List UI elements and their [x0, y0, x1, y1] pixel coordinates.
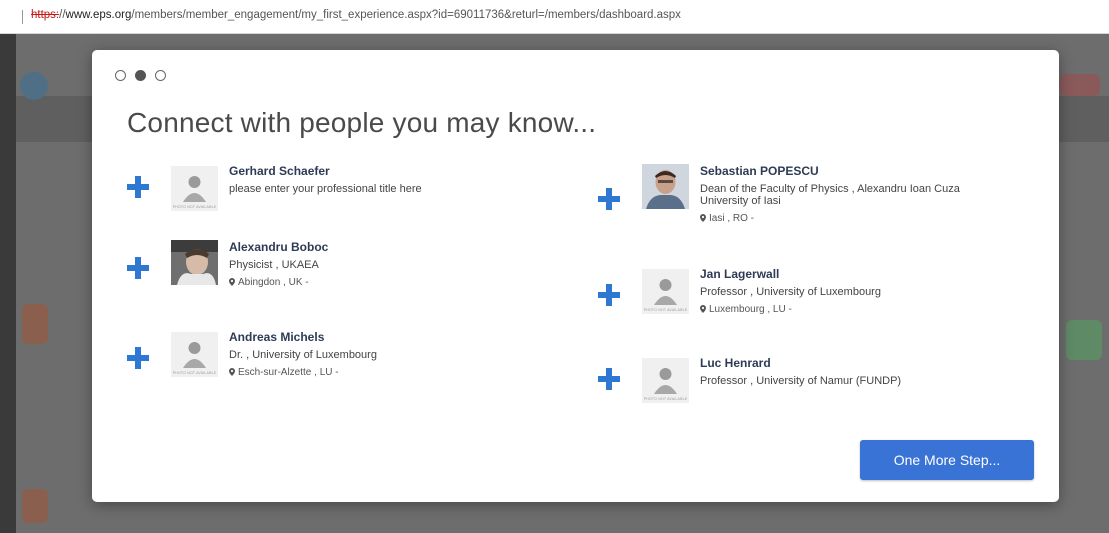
map-pin-icon — [229, 278, 235, 286]
step-dot-3 — [155, 70, 166, 81]
location-text: Abingdon , UK - — [238, 277, 309, 288]
modal-title: Connect with people you may know... — [127, 107, 597, 138]
step-dot-1 — [115, 70, 126, 81]
person-info: Alexandru Boboc Physicist , UKAEA Abingd… — [229, 240, 529, 289]
add-connection-button[interactable] — [596, 366, 622, 392]
person-card: Alexandru Boboc Physicist , UKAEA Abingd… — [125, 240, 545, 310]
address-bar-divider — [22, 10, 23, 24]
person-role: please enter your professional title her… — [229, 183, 422, 195]
photo-unavailable-caption: PHOTO NOT AVAILABLE — [643, 308, 688, 312]
add-connection-button[interactable] — [125, 255, 151, 281]
person-name[interactable]: Sebastian POPESCU — [700, 164, 1000, 179]
add-connection-button[interactable] — [125, 345, 151, 371]
backdrop-logo-shape — [20, 72, 48, 100]
person-location: Luxembourg , LU - — [700, 304, 1000, 316]
person-card: PHOTO NOT AVAILABLE Luc Henrard Professo… — [596, 356, 1016, 426]
person-info: Andreas Michels Dr. , University of Luxe… — [229, 330, 529, 379]
person-card: Sebastian POPESCU Dean of the Faculty of… — [596, 164, 1016, 234]
person-card: PHOTO NOT AVAILABLE Jan Lagerwall Profes… — [596, 267, 1016, 337]
map-pin-icon — [700, 214, 706, 222]
person-name[interactable]: Luc Henrard — [700, 356, 1000, 371]
person-role: Professor , University of Luxembourg — [700, 286, 881, 298]
person-name[interactable]: Jan Lagerwall — [700, 267, 1000, 282]
profile-photo — [642, 164, 689, 209]
location-text: Luxembourg , LU - — [709, 304, 792, 315]
backdrop-orange-shape-2 — [22, 489, 48, 523]
person-role: Dean of the Faculty of Physics , Alexand… — [700, 183, 960, 207]
avatar-placeholder: PHOTO NOT AVAILABLE — [171, 166, 218, 211]
url-scheme-insecure: https: — [31, 9, 60, 21]
one-more-step-button[interactable]: One More Step... — [860, 440, 1034, 480]
backdrop-orange-shape — [22, 304, 48, 344]
url-path: /members/member_engagement/my_first_expe… — [131, 9, 681, 21]
location-text: Iasi , RO - — [709, 213, 755, 224]
backdrop-red-shape — [1060, 74, 1100, 96]
photo-unavailable-caption: PHOTO NOT AVAILABLE — [172, 205, 217, 209]
person-info: Sebastian POPESCU Dean of the Faculty of… — [700, 164, 1000, 225]
person-card: PHOTO NOT AVAILABLE Andreas Michels Dr. … — [125, 330, 545, 400]
person-location: Esch-sur-Alzette , LU - — [229, 367, 529, 379]
photo-unavailable-caption: PHOTO NOT AVAILABLE — [172, 371, 217, 375]
person-role: Physicist , UKAEA — [229, 259, 319, 271]
person-name[interactable]: Andreas Michels — [229, 330, 529, 345]
step-indicator — [115, 70, 166, 81]
person-card: PHOTO NOT AVAILABLE Gerhard Schaefer ple… — [125, 164, 545, 234]
backdrop-green-shape — [1066, 320, 1102, 360]
person-location: Abingdon , UK - — [229, 277, 529, 289]
person-name[interactable]: Alexandru Boboc — [229, 240, 529, 255]
person-info: Gerhard Schaefer please enter your profe… — [229, 164, 529, 195]
avatar-placeholder: PHOTO NOT AVAILABLE — [642, 269, 689, 314]
person-role: Dr. , University of Luxembourg — [229, 349, 377, 361]
add-connection-button[interactable] — [596, 282, 622, 308]
onboarding-modal: Connect with people you may know... PHOT… — [92, 50, 1059, 502]
url-host: www.eps.org — [65, 9, 132, 21]
person-name[interactable]: Gerhard Schaefer — [229, 164, 529, 179]
address-bar[interactable]: https://www.eps.org/members/member_engag… — [0, 0, 1109, 34]
map-pin-icon — [229, 368, 235, 376]
profile-photo — [171, 240, 218, 285]
photo-unavailable-caption: PHOTO NOT AVAILABLE — [643, 397, 688, 401]
map-pin-icon — [700, 305, 706, 313]
step-dot-2-active — [135, 70, 146, 81]
person-info: Luc Henrard Professor , University of Na… — [700, 356, 1000, 387]
location-text: Esch-sur-Alzette , LU - — [238, 367, 339, 378]
avatar-placeholder: PHOTO NOT AVAILABLE — [171, 332, 218, 377]
window-left-frame — [0, 34, 16, 533]
avatar-photo — [642, 164, 689, 209]
add-connection-button[interactable] — [125, 174, 151, 200]
person-location: Iasi , RO - — [700, 213, 1000, 225]
avatar-photo — [171, 240, 218, 285]
avatar-placeholder: PHOTO NOT AVAILABLE — [642, 358, 689, 403]
person-info: Jan Lagerwall Professor , University of … — [700, 267, 1000, 316]
url-text[interactable]: https://www.eps.org/members/member_engag… — [31, 9, 681, 21]
person-role: Professor , University of Namur (FUNDP) — [700, 375, 902, 387]
add-connection-button[interactable] — [596, 186, 622, 212]
